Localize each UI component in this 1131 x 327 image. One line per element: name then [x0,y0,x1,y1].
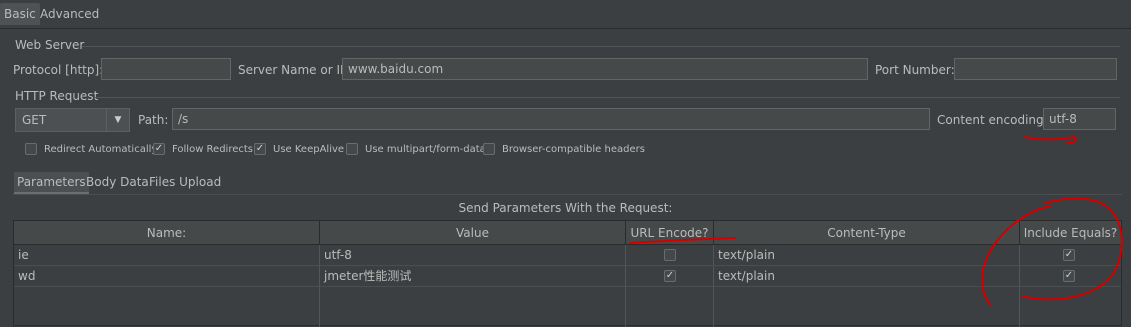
tab-basic[interactable]: Basic [0,3,40,25]
subtab-divider [13,194,1122,195]
use-keepalive-checkbox[interactable]: ✓ [254,143,266,155]
server-input[interactable]: www.baidu.com [342,58,868,80]
encoding-label: Content encoding: [937,113,1048,127]
follow-redirects-label: Follow Redirects [172,144,253,155]
tab-bar [0,0,1131,29]
tab-parameters[interactable]: Parameters [14,172,89,194]
checkmark-icon: ✓ [665,270,675,281]
server-label: Server Name or IP: [238,63,352,77]
triangle-down-icon[interactable]: ▼ [106,109,129,131]
tab-advanced[interactable]: Advanced [36,3,103,25]
use-multipart-checkbox[interactable] [346,143,358,155]
cell-name[interactable]: ie [14,245,320,265]
column-header-name[interactable]: Name: [14,221,320,245]
browser-compatible-checkbox[interactable] [483,143,495,155]
checkmark-icon: ✓ [1064,270,1074,281]
include-equals-checkbox[interactable]: ✓ [1063,270,1075,282]
port-label: Port Number: [875,63,955,77]
encoding-underline-annotation [1024,135,1077,145]
checkmark-icon: ✓ [1064,249,1074,260]
cell-content-type[interactable]: text/plain [714,245,1020,265]
protocol-label: Protocol [http]: [13,63,104,77]
column-header-include-equals[interactable]: Include Equals? [1020,221,1121,245]
checkmark-icon: ✓ [154,143,164,154]
method-dropdown[interactable]: GET ▼ [15,108,130,132]
column-header-url-encode[interactable]: URL Encode? [626,221,714,245]
tab-body-data[interactable]: Body Data [83,172,152,192]
use-multipart-label: Use multipart/form-data [365,144,486,155]
row-divider [14,286,1121,287]
web-server-divider [82,46,1120,47]
url-encode-checkbox[interactable] [664,249,676,261]
cell-value[interactable]: jmeter性能测试 [320,266,626,286]
include-equals-checkbox[interactable]: ✓ [1063,249,1075,261]
column-header-content-type[interactable]: Content-Type [714,221,1020,245]
cell-content-type[interactable]: text/plain [714,266,1020,286]
tab-files-upload[interactable]: Files Upload [146,172,224,192]
cell-value[interactable]: utf-8 [320,245,626,265]
params-table: Name: Value URL Encode? Content-Type Inc… [13,220,1122,327]
params-caption: Send Parameters With the Request: [458,201,673,215]
encoding-input[interactable]: utf-8 [1043,108,1116,130]
cell-name[interactable]: wd [14,266,320,286]
web-server-title: Web Server [15,38,85,52]
protocol-input[interactable] [101,58,231,80]
checkmark-icon: ✓ [255,143,265,154]
redirect-automatically-checkbox[interactable] [25,143,37,155]
follow-redirects-checkbox[interactable]: ✓ [153,143,165,155]
path-label: Path: [138,113,169,127]
column-header-value[interactable]: Value [320,221,626,245]
url-encode-checkbox[interactable]: ✓ [664,270,676,282]
path-input[interactable]: /s [172,108,930,130]
use-keepalive-label: Use KeepAlive [273,144,345,155]
method-value: GET [22,113,47,127]
http-request-title: HTTP Request [15,89,99,103]
table-row[interactable]: wd jmeter性能测试 ✓ text/plain ✓ [14,266,1121,286]
browser-compatible-label: Browser-compatible headers [502,144,645,155]
port-input[interactable] [954,58,1117,80]
table-row[interactable]: ie utf-8 text/plain ✓ [14,245,1121,265]
redirect-automatically-label: Redirect Automatically [44,144,158,155]
http-request-divider [95,97,1120,98]
